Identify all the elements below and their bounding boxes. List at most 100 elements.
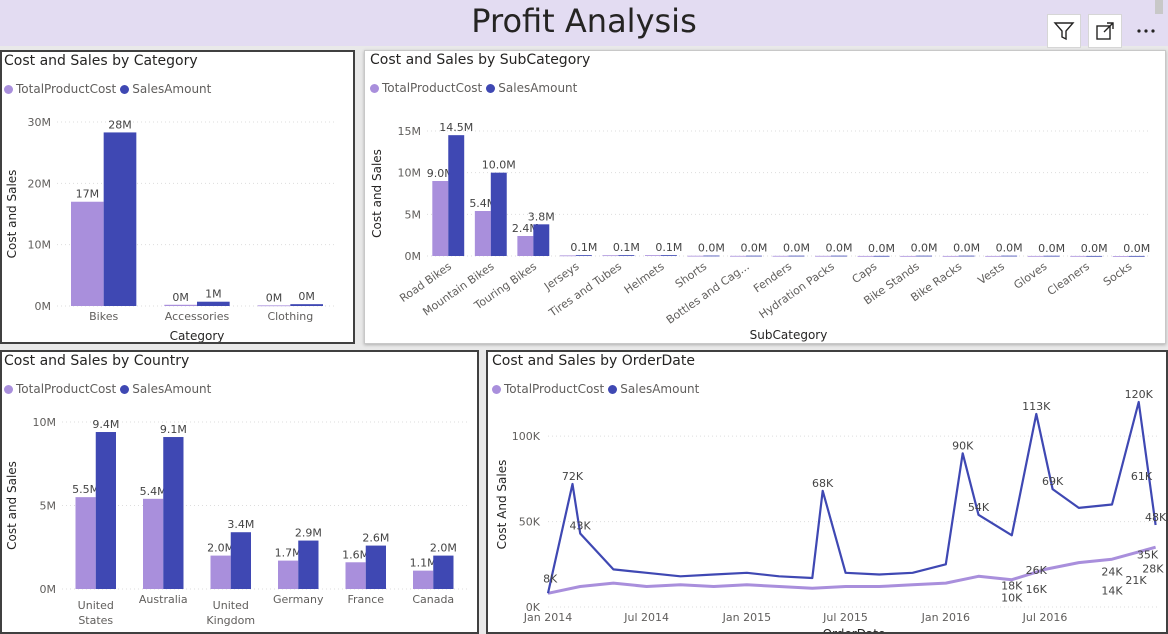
- more-options-icon[interactable]: [1129, 14, 1163, 48]
- title-bar: Profit Analysis: [0, 0, 1168, 46]
- bar: [687, 255, 704, 257]
- data-label: 2.9M: [295, 527, 322, 540]
- data-label: 14.5M: [439, 121, 473, 134]
- page-title: Profit Analysis: [471, 2, 697, 40]
- y-tick-label: 15M: [398, 125, 422, 138]
- country-chart-visual[interactable]: Cost and Sales by Country TotalProductCo…: [0, 350, 479, 634]
- x-tick-label: Vests: [975, 260, 1007, 288]
- scrollbar-thumb[interactable]: [1155, 0, 1163, 14]
- bar: [660, 255, 677, 256]
- y-axis-title: Cost and Sales: [5, 170, 19, 259]
- data-label: 0.0M: [868, 242, 895, 255]
- y-tick-label: 30M: [28, 116, 52, 129]
- bar: [345, 562, 366, 589]
- bar: [703, 255, 720, 257]
- bar: [1043, 255, 1060, 257]
- x-tick-label: France: [347, 593, 384, 606]
- x-tick-label: Accessories: [165, 310, 230, 323]
- bar: [857, 255, 874, 257]
- data-label: 28K: [1142, 562, 1164, 575]
- bar: [365, 545, 386, 589]
- bar: [644, 255, 661, 256]
- bar: [517, 236, 534, 256]
- y-tick-label: 10M: [28, 239, 52, 252]
- x-tick-label: Jul 2015: [822, 611, 868, 624]
- y-tick-label: 0M: [40, 583, 57, 596]
- data-label: 3.8M: [528, 210, 555, 223]
- bar: [103, 132, 137, 306]
- x-axis-title: Category: [170, 329, 225, 343]
- bar: [448, 135, 465, 256]
- bar: [942, 255, 959, 257]
- bar: [298, 540, 319, 589]
- x-tick-label: Cleaners: [1045, 260, 1092, 298]
- data-label: 3.4M: [227, 518, 254, 531]
- bar: [164, 304, 197, 306]
- data-label: 9.1M: [160, 423, 187, 436]
- data-label: 26K: [1026, 564, 1048, 577]
- x-tick-label: Jul 2014: [623, 611, 669, 624]
- bar: [602, 255, 619, 257]
- data-label: 0M: [172, 291, 189, 304]
- subcategory-chart-visual[interactable]: Cost and Sales by SubCategory TotalProdu…: [364, 50, 1166, 344]
- data-label: 9.4M: [92, 418, 119, 431]
- filter-icon[interactable]: [1047, 14, 1081, 48]
- data-label: 8K: [543, 573, 558, 586]
- y-axis-title: Cost And Sales: [495, 460, 509, 550]
- data-label: 61K: [1131, 470, 1153, 483]
- bar: [1086, 255, 1103, 257]
- bar: [985, 255, 1002, 257]
- data-label: 48K: [1145, 511, 1167, 524]
- bar: [413, 570, 434, 589]
- y-tick-label: 5M: [405, 208, 422, 221]
- data-label: 120K: [1125, 388, 1154, 401]
- bar: [533, 224, 550, 256]
- bar: [143, 498, 164, 589]
- bar: [290, 304, 323, 306]
- data-label: 35K: [1137, 549, 1159, 562]
- x-tick-label: Jan 2016: [921, 611, 970, 624]
- data-label: 0M: [298, 290, 315, 303]
- y-tick-label: 10M: [33, 416, 57, 429]
- data-label: 1.7M: [275, 547, 302, 560]
- bar: [210, 555, 231, 589]
- data-label: 1M: [205, 288, 222, 301]
- orderdate-line-chart: 0K50K100KJan 2014 Jul 2014 Jan 2015 Jul 201…: [495, 388, 1167, 632]
- data-label: 10K: [1001, 591, 1023, 604]
- bar: [900, 255, 917, 257]
- x-tick-label: Jul 2016: [1022, 611, 1068, 624]
- x-tick-label: Helmets: [622, 260, 667, 297]
- bar: [873, 255, 890, 257]
- bar: [163, 437, 184, 589]
- data-label: 2.0M: [430, 542, 457, 555]
- x-tick-label: Hydration Packs: [757, 260, 837, 322]
- bar: [490, 172, 507, 256]
- bar: [745, 255, 762, 257]
- x-tick-label: Canada: [412, 593, 454, 606]
- bar: [559, 255, 576, 257]
- data-label: 10.0M: [482, 159, 516, 172]
- data-label: 113K: [1022, 400, 1051, 413]
- bar: [197, 301, 230, 306]
- orderdate-chart-visual[interactable]: Cost and Sales by OrderDate TotalProduct…: [486, 350, 1168, 634]
- focus-mode-icon[interactable]: [1088, 14, 1122, 48]
- x-tick-label: Australia: [139, 593, 188, 606]
- x-axis-title: SubCategory: [750, 328, 828, 342]
- data-label: 16K: [1026, 583, 1048, 596]
- bar: [618, 255, 635, 256]
- y-axis-title: Cost and Sales: [370, 149, 384, 238]
- data-label: 0.0M: [1081, 242, 1108, 255]
- data-label: 5.4M: [140, 485, 167, 498]
- bar: [95, 432, 116, 589]
- data-label: 72K: [562, 470, 584, 483]
- bar: [958, 255, 975, 257]
- category-chart-visual[interactable]: Cost and Sales by Category TotalProductC…: [0, 50, 355, 344]
- data-label: 69K: [1042, 475, 1064, 488]
- x-tick-label: Kingdom: [206, 614, 255, 627]
- bar: [1112, 256, 1129, 257]
- bar: [75, 497, 96, 589]
- y-tick-label: 20M: [28, 177, 52, 190]
- x-tick-label: Caps: [850, 260, 880, 286]
- bar: [1070, 255, 1087, 257]
- bar: [230, 532, 251, 589]
